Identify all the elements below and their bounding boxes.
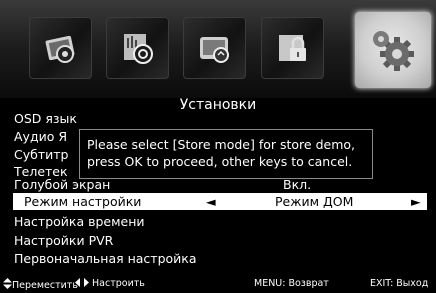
- menu-item-osd-language[interactable]: OSD язык: [14, 111, 77, 126]
- menu-item-subtitle[interactable]: Субтитр: [14, 147, 68, 162]
- arrow-right-icon[interactable]: ►: [411, 193, 421, 210]
- channel-icon: [199, 37, 229, 63]
- footer-menu-back: MENU: Возврат: [254, 278, 329, 289]
- footer-adjust-hint: Настроить: [75, 278, 145, 289]
- footer-exit: EXIT: Выход: [370, 278, 429, 289]
- dialog-line-1: Please select [Store mode] for store dem…: [87, 137, 356, 152]
- picture-tab[interactable]: [29, 17, 92, 79]
- up-down-arrows-icon: [3, 278, 12, 289]
- setup-mode-label: Режим настройки: [24, 194, 142, 209]
- menu-item-audio-language[interactable]: Аудио Я: [14, 129, 67, 144]
- footer-move-hint: Переместить: [3, 278, 78, 291]
- blue-screen-value: Вкл.: [283, 177, 312, 192]
- channel-tab[interactable]: [183, 17, 246, 79]
- setup-mode-value: Режим ДОМ: [275, 194, 354, 209]
- menu-item-time-setup[interactable]: Настройка времени: [14, 214, 145, 229]
- menu-item-setup-mode[interactable]: Режим настройки ◄ Режим ДОМ ►: [13, 193, 427, 210]
- menu-item-first-time-setup[interactable]: Первоначальная настройка: [14, 251, 197, 266]
- lock-tab[interactable]: [261, 17, 324, 79]
- left-right-arrows-icon: [75, 278, 89, 287]
- picture-icon: [45, 35, 74, 63]
- category-bar: [0, 0, 436, 98]
- menu-item-pvr-settings[interactable]: Настройки PVR: [14, 233, 113, 248]
- footer-adjust-label: Настроить: [92, 278, 145, 289]
- menu-item-blue-screen[interactable]: Голубой экран: [14, 177, 110, 192]
- lock-icon: [278, 35, 306, 61]
- footer-move-label: Переместить: [12, 280, 78, 291]
- store-mode-dialog: Please select [Store mode] for store dem…: [79, 129, 373, 179]
- dialog-line-2: press OK to proceed, other keys to cance…: [87, 154, 353, 169]
- sound-icon: [123, 34, 153, 64]
- settings-gear-icon: [373, 31, 414, 71]
- sound-tab[interactable]: [106, 17, 169, 79]
- setup-tab[interactable]: [355, 12, 431, 88]
- arrow-left-icon[interactable]: ◄: [206, 193, 216, 210]
